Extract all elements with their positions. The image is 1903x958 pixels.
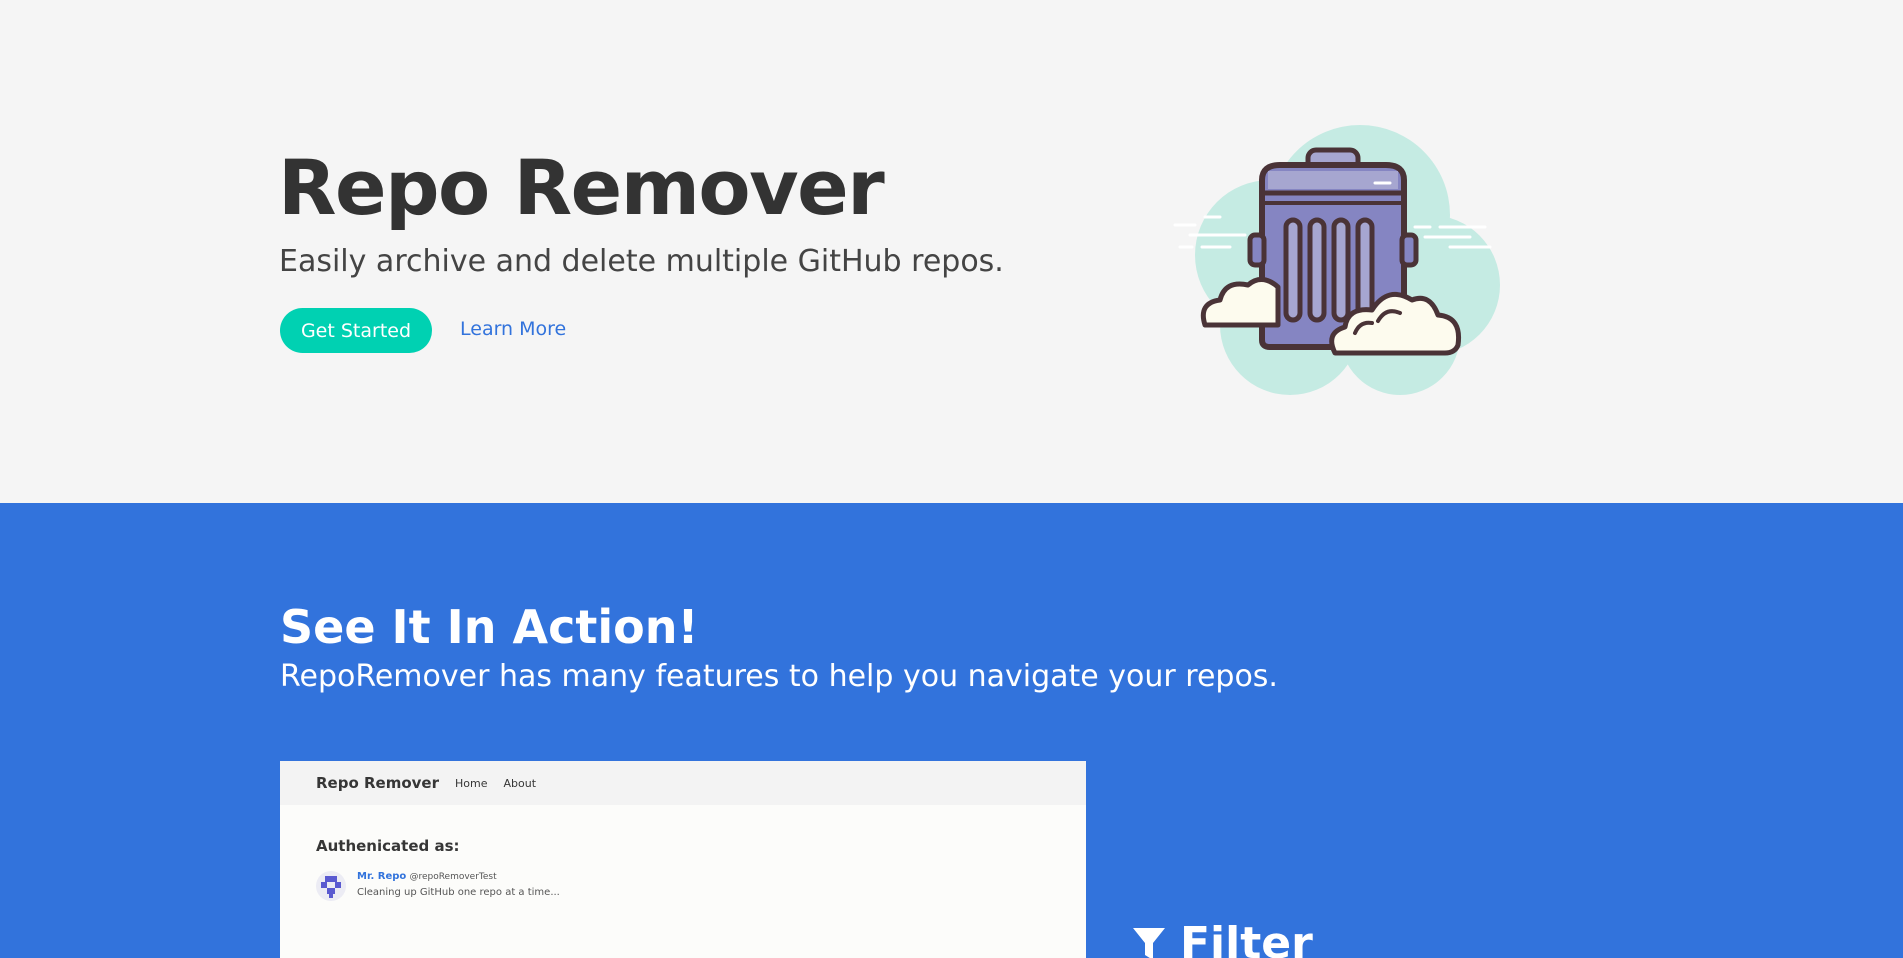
- section-subtitle: RepoRemover has many features to help yo…: [280, 659, 1278, 694]
- section-title: See It In Action!: [280, 600, 699, 654]
- hero-title: Repo Remover: [278, 143, 885, 232]
- learn-more-link[interactable]: Learn More: [460, 318, 566, 340]
- preview-auth-heading: Authenicated as:: [316, 837, 460, 855]
- preview-nav-about[interactable]: About: [503, 777, 536, 790]
- hero-section: Repo Remover Easily archive and delete m…: [0, 0, 1903, 503]
- identicon-icon: [321, 876, 341, 898]
- preview-brand: Repo Remover: [316, 774, 439, 792]
- see-it-in-action-section: See It In Action! RepoRemover has many f…: [0, 503, 1903, 958]
- feature-filter-label: Filter: [1180, 918, 1313, 958]
- preview-user-name[interactable]: Mr. Repo: [357, 871, 406, 882]
- preview-user-info: Mr. Repo @repoRemoverTest: [357, 871, 497, 882]
- hero-subtitle: Easily archive and delete multiple GitHu…: [279, 244, 1004, 279]
- filter-icon: [1133, 927, 1165, 958]
- preview-nav-home[interactable]: Home: [455, 777, 487, 790]
- feature-filter: Filter: [1132, 918, 1313, 958]
- preview-user-bio: Cleaning up GitHub one repo at a time...: [357, 887, 560, 898]
- preview-user-handle: @repoRemoverTest: [409, 872, 497, 882]
- trash-can-icon: [1173, 125, 1500, 395]
- avatar: [316, 871, 346, 901]
- app-preview-screenshot: Repo Remover Home About Authenicated as:…: [280, 761, 1086, 958]
- preview-navbar: Repo Remover Home About: [280, 761, 1086, 805]
- get-started-button[interactable]: Get Started: [280, 308, 432, 353]
